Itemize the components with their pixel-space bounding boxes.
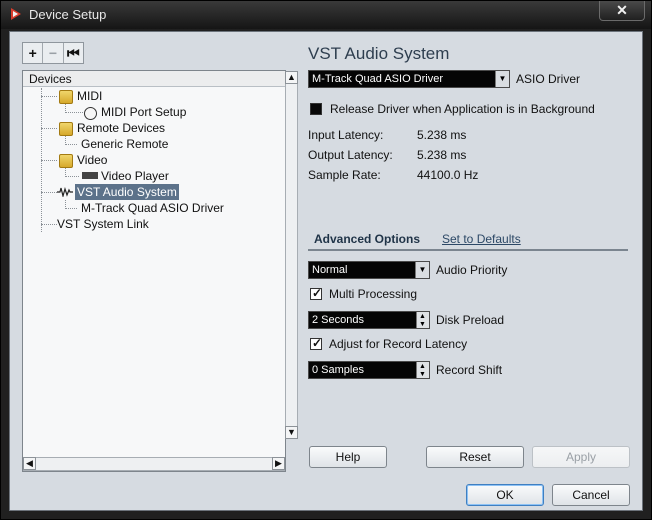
folder-icon	[59, 90, 73, 104]
output-latency-label: Output Latency:	[308, 148, 393, 162]
adjust-record-latency-checkbox[interactable]	[310, 336, 322, 350]
device-toolbar: + − ⏮	[22, 42, 84, 64]
apply-button[interactable]: Apply	[532, 446, 630, 468]
tree-item-midi[interactable]: MIDI	[77, 88, 102, 104]
multi-processing-label: Multi Processing	[329, 287, 418, 301]
asio-driver-dropdown[interactable]: M-Track Quad ASIO Driver ▼	[308, 70, 510, 88]
tree-line	[65, 208, 77, 209]
tree-line	[41, 160, 57, 161]
folder-icon	[59, 122, 73, 136]
reset-device-button[interactable]: ⏮	[64, 43, 83, 63]
cancel-button[interactable]: Cancel	[552, 484, 630, 506]
midi-port-icon	[84, 107, 97, 120]
window-title: Device Setup	[29, 7, 107, 22]
app-icon	[11, 8, 21, 20]
input-latency-label: Input Latency:	[308, 128, 384, 142]
device-setup-window: Device Setup ✕ + − ⏮ Devices MIDI MIDI P…	[0, 0, 652, 520]
devices-header: Devices	[23, 71, 285, 87]
scroll-right-button[interactable]: ▶	[272, 457, 285, 470]
tree-item-asio-driver[interactable]: M-Track Quad ASIO Driver	[81, 200, 224, 216]
audio-priority-dropdown[interactable]: Normal ▼	[308, 261, 430, 279]
reset-button[interactable]: Reset	[426, 446, 524, 468]
record-shift-value: 0 Samples	[312, 364, 364, 376]
tree-item-remote-devices[interactable]: Remote Devices	[77, 120, 165, 136]
tree-item-generic-remote[interactable]: Generic Remote	[81, 136, 168, 152]
help-button[interactable]: Help	[309, 446, 387, 468]
disk-preload-label: Disk Preload	[436, 313, 505, 327]
tree-item-vst-system-link[interactable]: VST System Link	[57, 216, 149, 232]
section-title: VST Audio System	[308, 44, 450, 63]
record-shift-stepper[interactable]: 0 Samples ▲ ▼	[308, 361, 430, 379]
scroll-down-button[interactable]: ▼	[285, 426, 298, 439]
tree-line	[41, 128, 57, 129]
release-driver-label: Release Driver when Application is in Ba…	[330, 102, 595, 116]
adjust-record-latency-label: Adjust for Record Latency	[329, 337, 468, 351]
audio-priority-value: Normal	[312, 264, 348, 276]
stepper-arrows[interactable]: ▲ ▼	[416, 312, 429, 328]
horizontal-scrollbar[interactable]: ◀ ▶	[23, 457, 285, 471]
device-tree: MIDI MIDI Port Setup Remote Devices Gene…	[23, 88, 285, 440]
tree-line	[41, 192, 57, 193]
disk-preload-stepper[interactable]: 2 Seconds ▲ ▼	[308, 311, 430, 329]
release-driver-checkbox[interactable]	[310, 103, 322, 115]
folder-icon	[59, 154, 73, 168]
multi-processing-checkbox[interactable]	[310, 286, 322, 300]
close-button[interactable]: ✕	[599, 1, 645, 21]
scroll-left-button[interactable]: ◀	[23, 457, 36, 470]
set-to-defaults-link[interactable]: Set to Defaults	[442, 232, 521, 246]
add-device-button[interactable]: +	[23, 43, 44, 63]
stepper-arrows[interactable]: ▲ ▼	[416, 362, 429, 378]
tree-line	[65, 112, 83, 113]
tab-underline	[308, 249, 628, 251]
tab-advanced-options[interactable]: Advanced Options	[314, 232, 420, 246]
vst-audio-icon	[57, 187, 73, 197]
tree-line	[41, 96, 57, 97]
input-latency-value: 5.238 ms	[417, 128, 467, 142]
remove-device-button[interactable]: −	[43, 43, 64, 63]
asio-driver-label: ASIO Driver	[516, 72, 581, 86]
tree-item-vst-audio-system[interactable]: VST Audio System	[75, 184, 179, 200]
asio-driver-value: M-Track Quad ASIO Driver	[312, 73, 444, 85]
record-shift-label: Record Shift	[436, 363, 503, 377]
sample-rate-label: Sample Rate:	[308, 168, 381, 182]
tree-line	[65, 176, 79, 177]
tree-item-video[interactable]: Video	[77, 152, 107, 168]
audio-priority-label: Audio Priority	[436, 263, 508, 277]
video-player-icon	[82, 172, 98, 179]
title-bar[interactable]: Device Setup ✕	[1, 1, 651, 29]
chevron-down-icon: ▼	[415, 262, 429, 278]
vertical-scrollbar[interactable]: ▲ ▼	[285, 71, 298, 439]
tree-item-midi-port-setup[interactable]: MIDI Port Setup	[101, 104, 186, 120]
devices-panel: Devices MIDI MIDI Port Setup Remote Devi…	[22, 70, 298, 472]
sample-rate-value: 44100.0 Hz	[417, 168, 479, 182]
disk-preload-value: 2 Seconds	[312, 314, 364, 326]
output-latency-value: 5.238 ms	[417, 148, 467, 162]
tree-line	[65, 144, 77, 145]
tree-item-video-player[interactable]: Video Player	[101, 168, 169, 184]
scroll-up-button[interactable]: ▲	[285, 71, 298, 84]
tree-line	[41, 224, 57, 225]
chevron-down-icon: ▼	[495, 71, 509, 87]
ok-button[interactable]: OK	[466, 484, 544, 506]
dialog-body: + − ⏮ Devices MIDI MIDI Port Setup Remot…	[9, 31, 643, 511]
